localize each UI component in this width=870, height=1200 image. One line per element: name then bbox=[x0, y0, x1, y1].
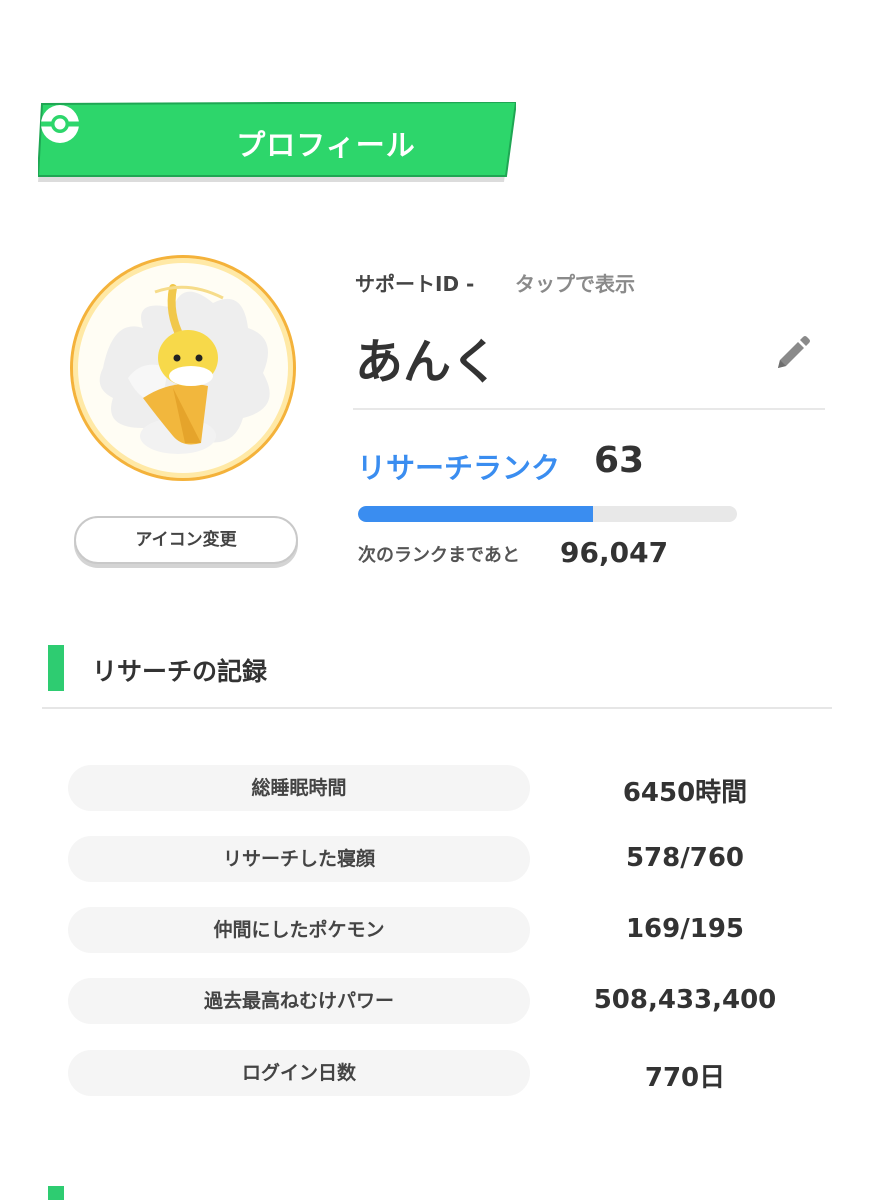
next-rank-label: 次のランクまであと bbox=[358, 545, 520, 566]
section-accent-bar-next bbox=[48, 1186, 64, 1200]
icon-change-button[interactable]: アイコン変更 bbox=[74, 516, 298, 564]
stat-value-max-drowsy-power: 508,433,400 bbox=[593, 985, 777, 1015]
stat-label-max-drowsy-power: 過去最高ねむけパワー bbox=[68, 978, 530, 1024]
avatar[interactable] bbox=[70, 255, 296, 481]
user-name: あんく bbox=[355, 334, 500, 390]
next-rank-value: 96,047 bbox=[560, 536, 669, 569]
research-rank-label: リサーチランク bbox=[357, 451, 561, 485]
section-accent-bar bbox=[48, 645, 64, 691]
stat-value-login-days: 770日 bbox=[644, 1063, 726, 1093]
stat-label-total-sleep: 総睡眠時間 bbox=[68, 765, 530, 811]
section-title-records: リサーチの記録 bbox=[92, 657, 268, 686]
stat-label-sleep-styles: リサーチした寝顔 bbox=[68, 836, 530, 882]
stat-value-total-sleep: 6450時間 bbox=[622, 778, 748, 808]
research-rank-value: 63 bbox=[594, 440, 645, 481]
pokeball-icon bbox=[41, 105, 79, 143]
support-id-label: サポートID - bbox=[355, 272, 475, 296]
rank-progress-bar bbox=[358, 506, 737, 522]
profile-divider bbox=[353, 408, 825, 410]
stat-value-sleep-styles: 578/760 bbox=[625, 843, 745, 873]
rank-progress-fill bbox=[358, 506, 593, 522]
pencil-edit-icon[interactable] bbox=[772, 334, 812, 374]
support-id-reveal-link[interactable]: タップで表示 bbox=[515, 268, 635, 297]
page-title: プロフィール bbox=[236, 128, 416, 162]
pokemon-avatar-icon bbox=[99, 284, 270, 454]
stat-value-pokemon-befriended: 169/195 bbox=[625, 914, 745, 944]
stat-label-pokemon-befriended: 仲間にしたポケモン bbox=[68, 907, 530, 953]
header-banner: プロフィール bbox=[38, 102, 516, 182]
section-divider bbox=[42, 707, 832, 709]
stat-label-login-days: ログイン日数 bbox=[68, 1050, 530, 1096]
